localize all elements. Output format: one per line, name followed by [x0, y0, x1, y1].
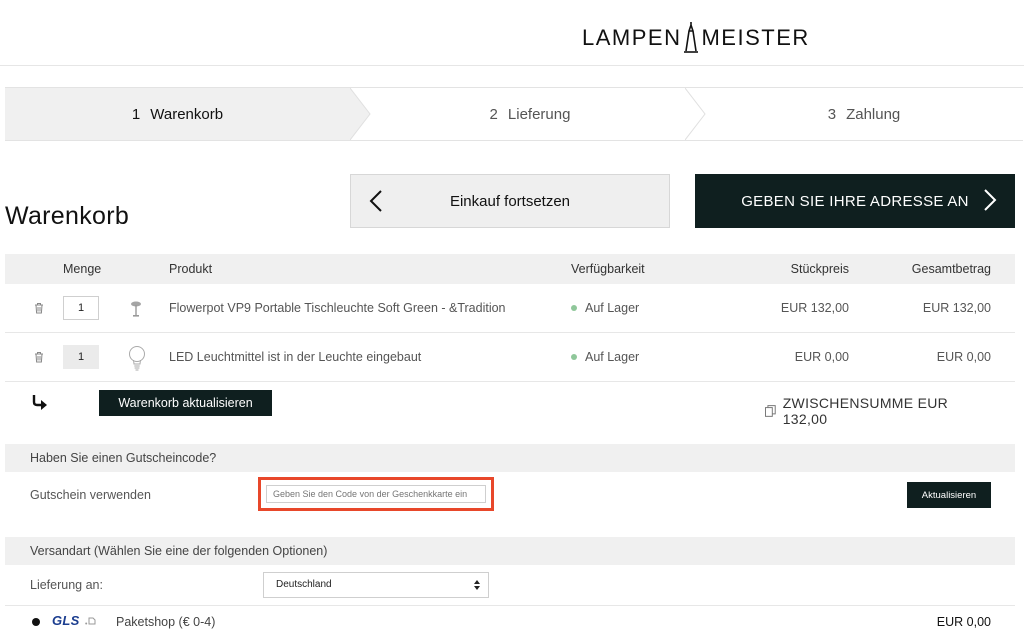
- cart-row: 1 Flowerpot VP9 Portable Tischleuchte So…: [5, 284, 1015, 333]
- divider: [5, 605, 1015, 606]
- quantity-input[interactable]: 1: [63, 296, 99, 320]
- logo-text-left: LAMPEN: [582, 25, 682, 50]
- step-cart[interactable]: 1 Warenkorb: [5, 88, 350, 140]
- shipping-option-name: Paketshop (€ 0-4): [116, 615, 216, 629]
- shipping-option-radio[interactable]: [32, 618, 40, 626]
- copy-icon: [765, 405, 776, 417]
- country-select[interactable]: Deutschland: [263, 572, 489, 598]
- chevron-right-icon: [984, 189, 997, 211]
- availability-status: Auf Lager: [585, 350, 640, 364]
- country-select-value: Deutschland: [276, 579, 332, 590]
- enter-address-button[interactable]: GEBEN SIE IHRE ADRESSE AN: [695, 174, 1015, 228]
- voucher-label: Gutschein verwenden: [30, 488, 151, 502]
- trash-icon[interactable]: [34, 351, 44, 363]
- checkout-steps: 1 Warenkorb 2 Lieferung 3 Zahlung: [5, 87, 1023, 141]
- subtotal-label: ZWISCHENSUMME EUR 132,00: [782, 395, 949, 427]
- shipping-option-price: EUR 0,00: [936, 615, 991, 629]
- select-arrows-icon: [474, 580, 480, 590]
- step-separator-icon: [685, 88, 706, 140]
- enter-address-label: GEBEN SIE IHRE ADRESSE AN: [741, 192, 969, 210]
- unit-price: EUR 0,00: [794, 350, 849, 364]
- cart-actions-row: Warenkorb aktualisieren ZWISCHENSUMME EU…: [5, 382, 1015, 427]
- gls-logo: GLS: [52, 613, 80, 628]
- step-delivery[interactable]: 2 Lieferung: [370, 88, 690, 140]
- in-stock-dot-icon: [571, 305, 577, 311]
- gls-parcel-icon: [85, 617, 96, 625]
- voucher-heading: Haben Sie einen Gutscheincode?: [5, 444, 1015, 472]
- chevron-left-icon: [369, 190, 382, 212]
- in-stock-dot-icon: [571, 354, 577, 360]
- shipping-heading: Versandart (Wählen Sie eine der folgende…: [5, 537, 1015, 565]
- lamp-logo-icon: [684, 22, 699, 53]
- line-total: EUR 132,00: [922, 301, 991, 315]
- voucher-highlight: [258, 477, 494, 511]
- cart-table-header: Menge Produkt Verfügbarkeit Stückpreis G…: [5, 254, 1015, 284]
- step-separator-icon: [350, 88, 371, 140]
- table-lamp-thumbnail: [131, 301, 141, 317]
- deliver-to-label: Lieferung an:: [30, 578, 103, 592]
- header-qty: Menge: [63, 262, 102, 276]
- trash-icon[interactable]: [34, 302, 44, 314]
- unit-price: EUR 132,00: [780, 301, 849, 315]
- page-title: Warenkorb: [5, 202, 130, 230]
- light-bulb-thumbnail: [129, 346, 145, 371]
- header-product: Produkt: [169, 262, 213, 276]
- voucher-code-input[interactable]: [266, 485, 486, 503]
- return-arrow-icon: [32, 395, 47, 410]
- apply-voucher-button[interactable]: Aktualisieren: [907, 482, 991, 508]
- header-total: Gesamtbetrag: [911, 262, 991, 276]
- availability-status: Auf Lager: [585, 301, 640, 315]
- step-payment[interactable]: 3 Zahlung: [705, 88, 1023, 140]
- update-cart-button[interactable]: Warenkorb aktualisieren: [99, 390, 272, 416]
- step-number: 2: [489, 105, 498, 123]
- site-header: LAMPEN MEISTER: [0, 0, 1024, 66]
- logo-text-right: MEISTER: [701, 25, 810, 50]
- product-name: LED Leuchtmittel ist in der Leuchte eing…: [169, 350, 422, 364]
- step-label: Lieferung: [507, 105, 571, 123]
- step-label: Warenkorb: [150, 105, 224, 123]
- subtotal: ZWISCHENSUMME EUR 132,00: [765, 395, 991, 427]
- header-unit-price: Stückpreis: [790, 262, 849, 276]
- product-name[interactable]: Flowerpot VP9 Portable Tischleuchte Soft…: [169, 301, 506, 315]
- step-number: 1: [131, 105, 141, 123]
- cart-row: 1 LED Leuchtmittel ist in der Leuchte ei…: [5, 333, 1015, 382]
- quantity-input: 1: [63, 345, 99, 369]
- header-availability: Verfügbarkeit: [571, 262, 645, 276]
- brand-logo[interactable]: LAMPEN MEISTER: [582, 22, 810, 54]
- continue-shopping-button[interactable]: Einkauf fortsetzen: [350, 174, 670, 228]
- step-label: Zahlung: [846, 105, 901, 123]
- line-total: EUR 0,00: [936, 350, 991, 364]
- step-number: 3: [827, 105, 837, 123]
- continue-shopping-label: Einkauf fortsetzen: [449, 192, 571, 210]
